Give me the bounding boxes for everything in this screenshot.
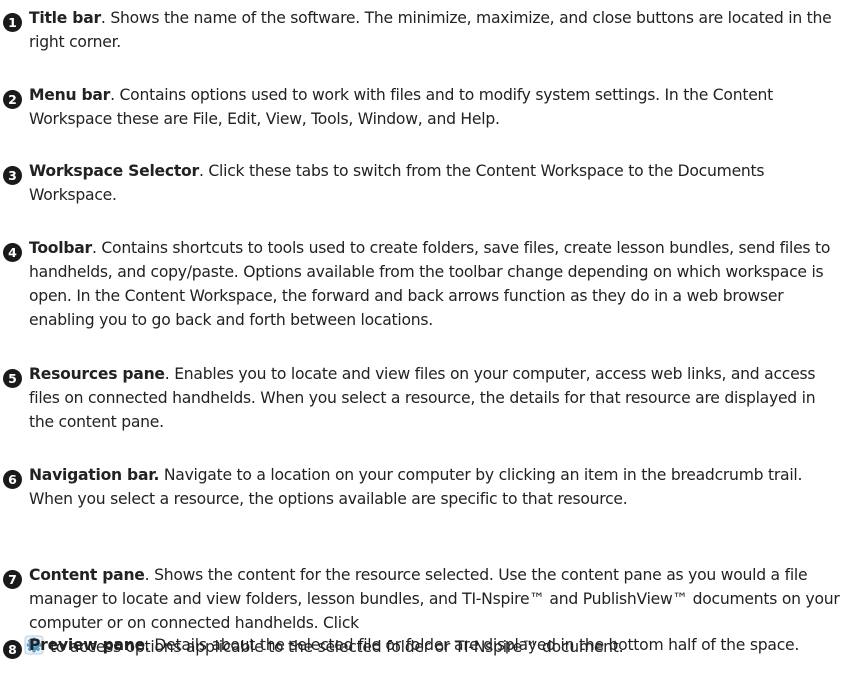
item-text: Workspace Selector. Click these tabs to … [29, 159, 844, 207]
number-badge: 5 [3, 369, 22, 388]
item-text: Navigation bar. Navigate to a location o… [29, 463, 844, 511]
item-text: Title bar. Shows the name of the softwar… [29, 6, 844, 54]
number-badge: 1 [3, 13, 22, 32]
item-term: Navigation bar. [29, 466, 160, 484]
number-badge: 3 [3, 166, 22, 185]
item-description: Contains options used to work with files… [29, 86, 774, 128]
item-text: Resources pane. Enables you to locate an… [29, 362, 844, 434]
item-text: Menu bar. Contains options used to work … [29, 83, 844, 131]
item-term: Title bar [29, 9, 101, 27]
number-badge: 6 [3, 470, 22, 489]
item-term: Content pane [29, 566, 145, 584]
item-text: Preview pane. Details about the selected… [29, 633, 844, 657]
item-term: Preview pane [29, 636, 145, 654]
number-badge: 4 [3, 243, 22, 262]
item-term: Workspace Selector [29, 162, 199, 180]
number-badge: 8 [3, 640, 22, 659]
number-badge: 2 [3, 90, 22, 109]
item-term: Menu bar [29, 86, 111, 104]
item-description: Contains shortcuts to tools used to crea… [29, 239, 831, 329]
item-description: Details about the selected file or folde… [149, 636, 800, 654]
item-description: Shows the name of the software. The mini… [29, 9, 832, 51]
item-description: Shows the content for the resource selec… [29, 566, 840, 632]
item-term: Toolbar [29, 239, 92, 257]
item-term: Resources pane [29, 365, 165, 383]
number-badge: 7 [3, 570, 22, 589]
item-text: Toolbar. Contains shortcuts to tools use… [29, 236, 844, 332]
